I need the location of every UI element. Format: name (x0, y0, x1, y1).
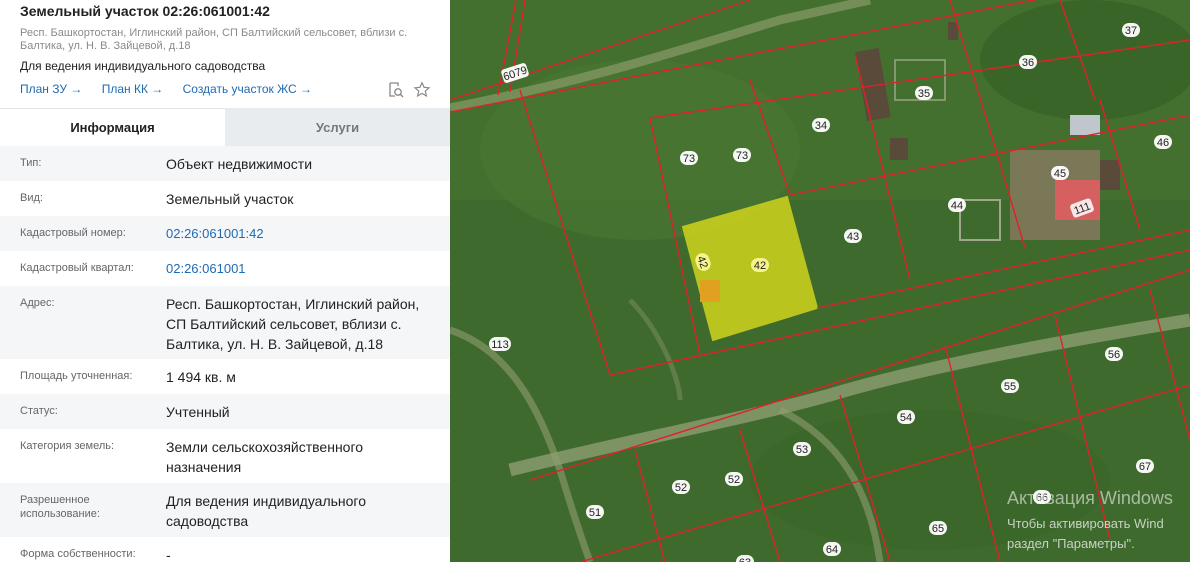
star-icon[interactable] (413, 81, 431, 99)
field-label: Площадь уточненная: (20, 370, 133, 382)
field-label: Вид: (20, 192, 43, 204)
parcel-label[interactable]: 46 (1157, 137, 1169, 149)
field-row-area: Площадь уточненная: 1 494 кв. м (0, 359, 450, 394)
map-canvas[interactable]: 6079 37 36 35 34 73 73 46 45 111 44 43 4… (450, 0, 1190, 562)
parcel-label[interactable]: 63 (739, 557, 751, 562)
field-label: Форма собственности: (20, 548, 136, 560)
parcel-label[interactable]: 52 (675, 482, 687, 494)
parcel-label-selected[interactable]: 42 (754, 260, 766, 272)
field-value: Земли сельскохозяйственного назначения (166, 439, 364, 475)
cadastral-quarter-link[interactable]: 02:26:061001 (166, 259, 441, 279)
parcel-label[interactable]: 55 (1004, 381, 1016, 393)
map-texture (980, 0, 1190, 120)
create-zhs-link[interactable]: Создать участок ЖС → (183, 82, 312, 96)
windows-activation-title: Активация Windows (1007, 488, 1173, 508)
building (948, 22, 958, 40)
cadastral-number-link[interactable]: 02:26:061001:42 (166, 224, 441, 244)
parcel-label[interactable]: 65 (932, 523, 944, 535)
parcel-label[interactable]: 45 (1054, 168, 1066, 180)
parcel-label[interactable]: 64 (826, 544, 838, 556)
plan-zu-link[interactable]: План ЗУ → (20, 82, 82, 96)
field-value: - (166, 547, 171, 562)
parcel-label[interactable]: 34 (815, 120, 827, 132)
field-value: Учтенный (166, 404, 230, 420)
tab-bar: Информация Услуги (0, 108, 450, 146)
field-value: Объект недвижимости (166, 156, 313, 172)
tab-services[interactable]: Услуги (225, 108, 450, 146)
parcel-label[interactable]: 73 (683, 153, 695, 165)
field-row-kind: Вид: Земельный участок (0, 181, 450, 216)
field-value: 1 494 кв. м (166, 369, 236, 385)
windows-activation-text: Чтобы активировать Wind раздел "Параметр… (1007, 514, 1164, 554)
field-row-land-category: Категория земель: Земли сельскохозяйстве… (0, 429, 450, 483)
parcel-label[interactable]: 52 (728, 474, 740, 486)
tab-info[interactable]: Информация (0, 108, 225, 146)
parcel-label[interactable]: 73 (736, 150, 748, 162)
windows-activation-line: раздел "Параметры". (1007, 536, 1135, 551)
field-row-permitted-use: Разрешенное использование: Для ведения и… (0, 483, 450, 537)
field-row-ownership: Форма собственности: - (0, 537, 450, 562)
field-row-type: Тип: Объект недвижимости (0, 146, 450, 181)
field-label: Адрес: (20, 297, 55, 309)
building (890, 138, 908, 160)
parcel-label[interactable]: 36 (1022, 57, 1034, 69)
field-label: Тип: (20, 157, 42, 169)
field-label: Статус: (20, 405, 58, 417)
parcel-purpose: Для ведения индивидуального садоводства (20, 59, 266, 73)
field-value: Земельный участок (166, 191, 294, 207)
parcel-label[interactable]: 44 (951, 200, 963, 212)
parcel-label[interactable]: 37 (1125, 25, 1137, 37)
parcel-label[interactable]: 67 (1139, 461, 1151, 473)
parcel-label[interactable]: 35 (918, 88, 930, 100)
parcel-label[interactable]: 53 (796, 444, 808, 456)
parcel-label[interactable]: 43 (847, 231, 859, 243)
parcel-address-subtitle: Респ. Башкортостан, Иглинский район, СП … (20, 27, 408, 52)
parcel-label[interactable]: 54 (900, 412, 912, 424)
field-row-cadastral-number: Кадастровый номер: 02:26:061001:42 (0, 216, 450, 251)
field-label: Категория земель: (20, 440, 115, 452)
building (1070, 115, 1100, 135)
parcel-title: Земельный участок 02:26:061001:42 (20, 3, 270, 19)
building (1100, 160, 1120, 190)
parcel-label[interactable]: 113 (491, 339, 509, 351)
info-panel: Земельный участок 02:26:061001:42 Респ. … (0, 0, 450, 562)
field-row-cadastral-quarter: Кадастровый квартал: 02:26:061001 (0, 251, 450, 286)
field-label: Разрешенное использование: (20, 494, 100, 520)
field-label: Кадастровый квартал: (20, 262, 134, 274)
parcel-label[interactable]: 56 (1108, 349, 1120, 361)
windows-activation-line: Чтобы активировать Wind (1007, 516, 1164, 531)
cadastral-map[interactable]: 6079 37 36 35 34 73 73 46 45 111 44 43 4… (450, 0, 1190, 562)
parcel-label[interactable]: 51 (589, 507, 601, 519)
search-document-icon[interactable] (387, 81, 405, 99)
field-row-address: Адрес: Респ. Башкортостан, Иглинский рай… (0, 286, 450, 359)
field-label: Кадастровый номер: (20, 227, 126, 239)
field-row-status: Статус: Учтенный (0, 394, 450, 429)
field-value: Для ведения индивидуального садоводства (166, 493, 367, 529)
action-links: План ЗУ → План КК → Создать участок ЖС → (20, 82, 328, 96)
building (700, 280, 720, 302)
plan-kk-link[interactable]: План КК → (102, 82, 164, 96)
field-value: Респ. Башкортостан, Иглинский район, СП … (166, 296, 420, 352)
